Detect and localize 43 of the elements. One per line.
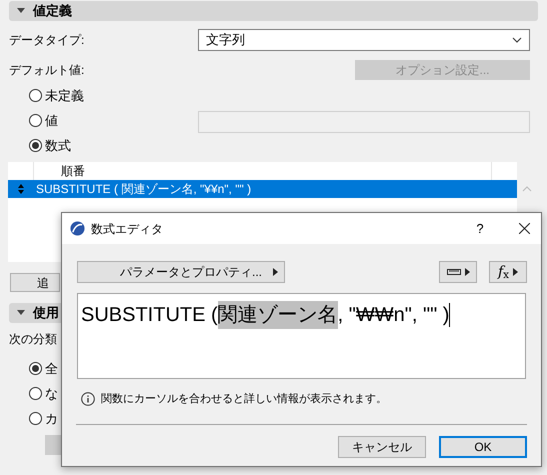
collapse-arrow-icon[interactable] — [17, 310, 25, 316]
dialog-button[interactable]: OK — [439, 436, 527, 458]
radio-button[interactable] — [29, 114, 42, 127]
radio-button[interactable] — [29, 412, 42, 425]
data-type-dropdown[interactable]: 文字列 — [198, 28, 530, 50]
radio-label: 値 — [45, 112, 58, 130]
help-button[interactable]: ? — [467, 216, 493, 242]
section-header[interactable]: 値定義 — [9, 1, 538, 21]
add-button[interactable]: 追 — [10, 273, 60, 292]
units-button[interactable] — [439, 261, 477, 283]
radio-button[interactable] — [29, 387, 42, 400]
play-arrow-icon — [273, 268, 278, 276]
info-text: 関数にカーソルを合わせると詳しい情報が表示されます。 — [101, 392, 387, 407]
section-title: 使用 — [33, 304, 59, 322]
radio-button[interactable] — [29, 362, 42, 375]
chevron-down-icon — [512, 36, 522, 42]
play-arrow-icon — [464, 268, 470, 276]
app-logo-icon — [70, 221, 85, 236]
radio-label: カ — [45, 410, 58, 428]
value-field[interactable] — [198, 111, 530, 133]
radio-label: 数式 — [45, 136, 71, 155]
radio-button[interactable] — [29, 139, 42, 152]
field-label: デフォルト値: — [9, 62, 84, 79]
close-icon — [518, 223, 530, 234]
section-title: 値定義 — [33, 2, 72, 20]
radio-label: 未定義 — [45, 86, 84, 105]
parameters-button[interactable]: パラメータとプロパティ... — [77, 261, 285, 283]
dialog-title: 数式エディタ — [91, 220, 164, 238]
radio-label: 全 — [45, 360, 58, 378]
list-row[interactable]: SUBSTITUTE ( 関連ゾーン名, "¥¥n", "" ) — [8, 180, 517, 198]
function-button[interactable]: f$_{x}$ — [489, 261, 527, 283]
radio-button[interactable] — [29, 89, 42, 102]
description-text: 次の分類 — [8, 331, 58, 348]
field-label: データタイプ: — [9, 32, 86, 48]
info-icon — [81, 392, 95, 406]
collapse-arrow-icon[interactable] — [17, 8, 25, 14]
radio-label: な — [45, 384, 58, 403]
ruler-icon — [446, 269, 460, 275]
expression-editor[interactable]: SUBSTITUTE (関連ゾーン名, "₩₩n", "" ) — [77, 293, 526, 379]
play-arrow-icon — [513, 268, 518, 276]
column-header: 順番 — [61, 163, 85, 180]
drag-handle-icon[interactable] — [17, 184, 25, 194]
dialog-button[interactable]: キャンセル — [338, 436, 426, 458]
